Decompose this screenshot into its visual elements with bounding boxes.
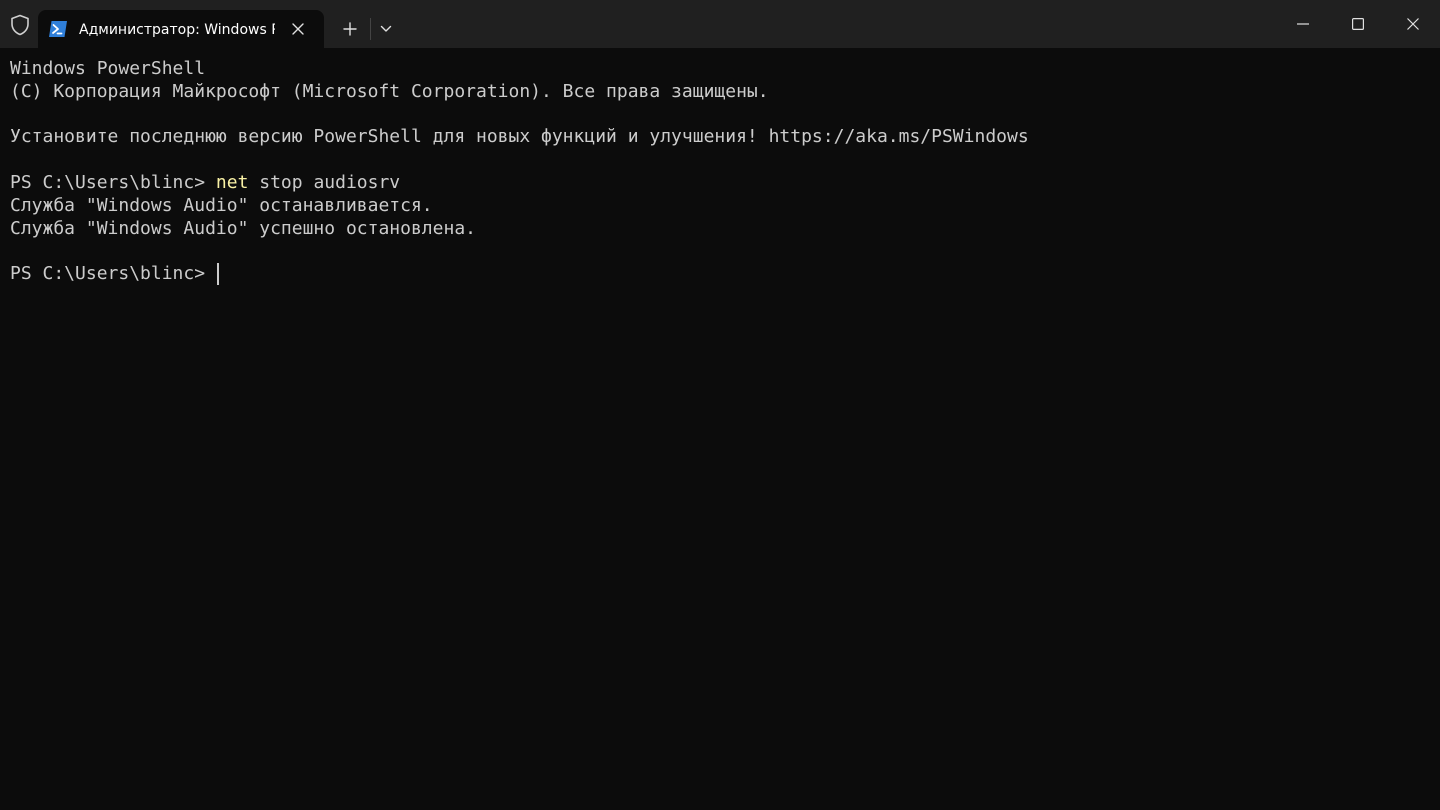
command-line: PS C:\Users\blinc> net stop audiosrv (10, 172, 400, 194)
output-line: Служба "Windows Audio" останавливается. (10, 195, 433, 216)
current-prompt-line[interactable]: PS C:\Users\blinc> (10, 263, 219, 285)
minimize-button[interactable] (1275, 0, 1330, 48)
new-tab-button[interactable] (334, 14, 366, 44)
output-line: Установите последнюю версию PowerShell д… (10, 126, 1029, 147)
close-icon (1406, 18, 1419, 30)
maximize-icon (1351, 18, 1364, 30)
close-window-button[interactable] (1385, 0, 1440, 48)
prompt: PS C:\Users\blinc> (10, 172, 216, 193)
output-line: (C) Корпорация Майкрософт (Microsoft Cor… (10, 81, 769, 102)
minimize-icon (1296, 23, 1309, 25)
tab-dropdown-button[interactable] (372, 14, 400, 44)
prompt: PS C:\Users\blinc> (10, 263, 216, 284)
command-args: stop audiosrv (248, 172, 401, 193)
chevron-down-icon (380, 25, 392, 32)
text-cursor (216, 263, 219, 285)
close-icon[interactable] (286, 17, 310, 41)
plus-icon (343, 22, 357, 36)
shield-icon (6, 12, 34, 38)
output-line: Служба "Windows Audio" успешно остановле… (10, 218, 476, 239)
maximize-button[interactable] (1330, 0, 1385, 48)
output-line: Windows PowerShell (10, 58, 206, 79)
tab-separator (370, 18, 371, 40)
title-bar: Администратор: Windows Pc (0, 0, 1440, 48)
tab-powershell[interactable]: Администратор: Windows Pc (38, 10, 324, 48)
command-name: net (215, 172, 249, 193)
tab-title: Администратор: Windows Pc (79, 22, 275, 38)
powershell-icon (48, 20, 68, 38)
terminal-output[interactable]: Windows PowerShell (C) Корпорация Майкро… (0, 48, 1440, 810)
